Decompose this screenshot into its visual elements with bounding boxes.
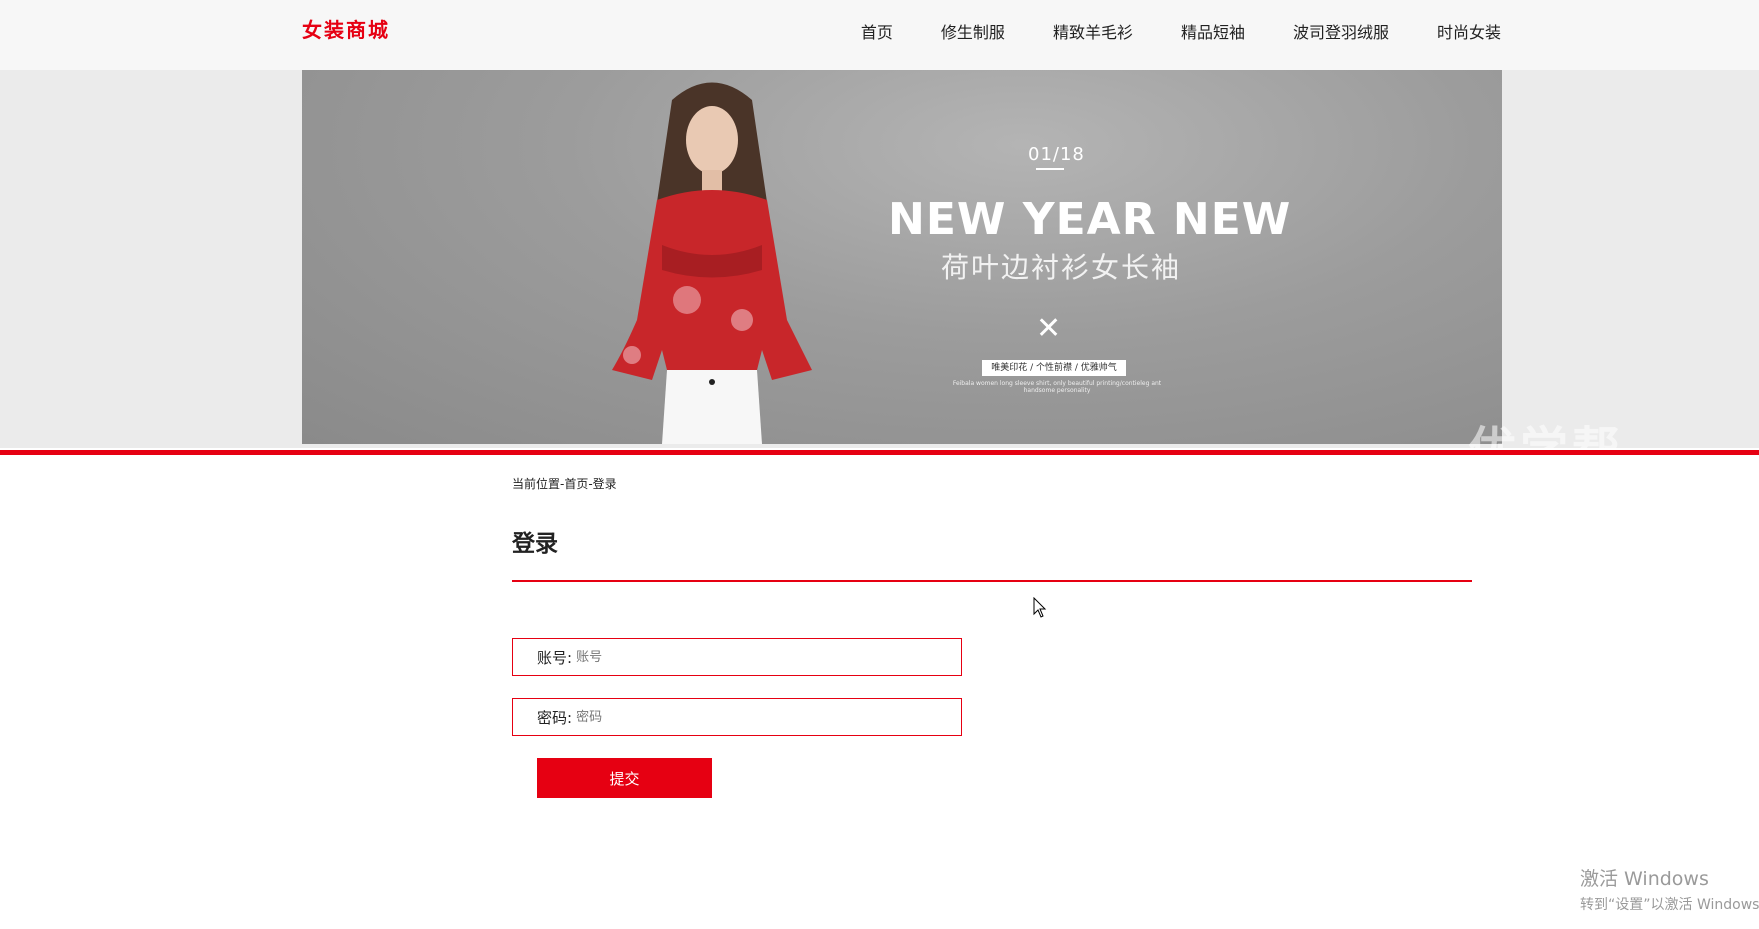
banner-small-text: Feibala women long sleeve shirt, only be… xyxy=(952,380,1162,394)
nav-item-fashion[interactable]: 时尚女装 xyxy=(1437,19,1501,43)
submit-button[interactable]: 提交 xyxy=(537,758,712,798)
banner-title: NEW YEAR NEW xyxy=(888,194,1292,245)
nav-item-uniform[interactable]: 修生制服 xyxy=(941,19,1005,43)
account-input[interactable] xyxy=(574,648,939,666)
banner-tag: 唯美印花 / 个性前襟 / 优雅帅气 xyxy=(982,360,1126,376)
banner-date: 01/18 xyxy=(1028,144,1085,165)
model-image xyxy=(612,82,812,444)
title-divider xyxy=(512,580,1472,582)
site-logo[interactable]: 女装商城 xyxy=(302,14,390,43)
windows-activation-notice: 激活 Windows 转到“设置”以激活 Windows。 xyxy=(1580,864,1759,914)
banner-subtitle: 荷叶边衬衫女长袖 xyxy=(940,251,1181,284)
nav-item-sweater[interactable]: 精致羊毛衫 xyxy=(1053,19,1133,43)
account-field: 账号: xyxy=(512,638,962,676)
nav-item-down-jacket[interactable]: 波司登羽绒服 xyxy=(1293,19,1389,43)
watermark: 优学帮 xyxy=(1468,422,1625,478)
password-field: 密码: xyxy=(512,698,962,736)
activation-subtitle: 转到“设置”以激活 Windows。 xyxy=(1580,897,1759,913)
nav-item-short-sleeve[interactable]: 精品短袖 xyxy=(1181,19,1245,43)
page-title: 登录 xyxy=(512,531,558,557)
password-label: 密码: xyxy=(537,708,573,727)
breadcrumb: 当前位置-首页-登录 xyxy=(512,477,617,491)
cross-icon: ✕ xyxy=(1036,311,1062,346)
activation-title: 激活 Windows xyxy=(1580,868,1709,890)
banner-date-underline xyxy=(1036,168,1064,170)
accent-divider xyxy=(0,450,1759,455)
password-input[interactable] xyxy=(574,708,939,726)
hero-banner[interactable]: 01/18 NEW YEAR NEW 荷叶边衬衫女长袖 ✕ 唯美印花 / 个性前… xyxy=(302,70,1502,444)
account-label: 账号: xyxy=(537,648,573,667)
mouse-cursor-icon xyxy=(1033,597,1047,618)
site-header: 女装商城 首页 修生制服 精致羊毛衫 精品短袖 波司登羽绒服 时尚女装 xyxy=(0,0,1759,70)
main-nav: 首页 修生制服 精致羊毛衫 精品短袖 波司登羽绒服 时尚女装 xyxy=(813,19,1501,43)
nav-item-home[interactable]: 首页 xyxy=(861,19,893,43)
